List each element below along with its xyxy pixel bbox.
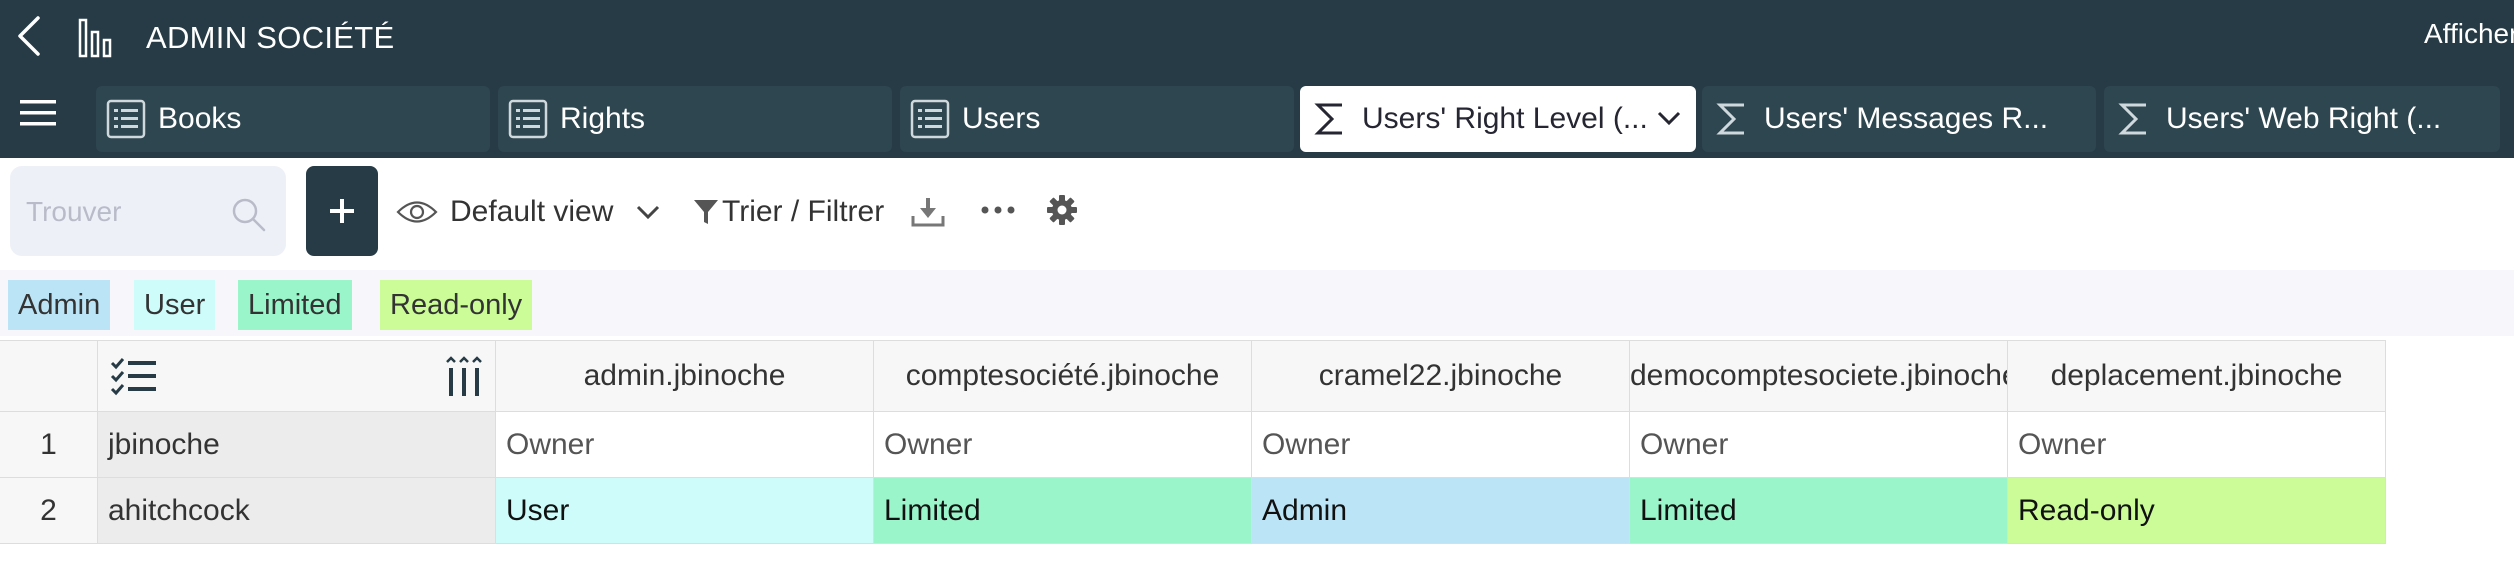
sort-filter-button[interactable]: Trier / Filtrer bbox=[692, 190, 884, 234]
gear-icon[interactable] bbox=[1046, 194, 1078, 226]
checklist-icon[interactable] bbox=[110, 356, 158, 396]
column-header[interactable]: cramel22.jbinoche bbox=[1252, 340, 1630, 412]
choice-chip-admin: Admin bbox=[8, 280, 111, 330]
search-icon[interactable] bbox=[230, 196, 268, 234]
table-cell[interactable]: Limited bbox=[874, 478, 1252, 544]
cell-value: Admin bbox=[1262, 493, 1348, 527]
back-arrow-icon[interactable] bbox=[14, 14, 44, 58]
tab-users-right-level[interactable]: Users' Right Level (... bbox=[1300, 86, 1696, 152]
cell-value: Owner bbox=[1640, 427, 1729, 461]
cell-value: jbinoche bbox=[108, 427, 220, 461]
column-header-label: deplacement.jbinoche bbox=[2050, 359, 2343, 392]
tab-label: Users bbox=[962, 102, 1041, 135]
table-cell[interactable]: jbinoche bbox=[98, 412, 496, 478]
cell-value: Limited bbox=[1640, 493, 1737, 527]
sigma-icon bbox=[1314, 103, 1342, 135]
eye-icon bbox=[396, 201, 438, 223]
row-number[interactable]: 2 bbox=[0, 478, 98, 544]
cell-value: ahitchcock bbox=[108, 493, 250, 527]
chevron-down-icon[interactable] bbox=[1656, 108, 1682, 128]
table-cell[interactable]: Owner bbox=[496, 412, 874, 478]
filter-icon bbox=[694, 200, 718, 224]
cell-value: Owner bbox=[506, 427, 595, 461]
cell-value: Owner bbox=[1262, 427, 1351, 461]
choice-chip-user: User bbox=[134, 280, 216, 330]
list-icon bbox=[910, 99, 950, 139]
app-header: ADMIN SOCIÉTÉ Afficher bbox=[0, 0, 2514, 72]
table-cell[interactable]: Owner bbox=[1630, 412, 2008, 478]
choice-chip-read-only: Read-only bbox=[380, 280, 533, 330]
row-number-label: 2 bbox=[40, 493, 57, 527]
cell-value: Read-only bbox=[2018, 493, 2155, 527]
bar-chart-icon[interactable] bbox=[78, 18, 114, 58]
tab-label: Users' Web Right (... bbox=[2166, 102, 2442, 135]
table-cell[interactable]: Admin bbox=[1252, 478, 1630, 544]
table-cell[interactable]: Owner bbox=[2008, 412, 2386, 478]
choice-label: Admin bbox=[18, 288, 101, 321]
table-cell[interactable]: User bbox=[496, 478, 874, 544]
list-icon bbox=[508, 99, 548, 139]
cell-value: Owner bbox=[884, 427, 973, 461]
tab-users-web-right[interactable]: Users' Web Right (... bbox=[2104, 86, 2500, 152]
tab-books[interactable]: Books bbox=[96, 86, 490, 152]
tab-label: Rights bbox=[560, 102, 646, 135]
data-grid: admin.jbinoche comptesociété.jbinoche cr… bbox=[0, 340, 2386, 546]
choice-label: User bbox=[144, 288, 206, 321]
table-cell[interactable]: Limited bbox=[1630, 478, 2008, 544]
tab-users-messages[interactable]: Users' Messages R... bbox=[1702, 86, 2096, 152]
download-icon[interactable] bbox=[910, 196, 946, 228]
page-tabs-bar: Books Rights Users Users' Right Level (.… bbox=[0, 72, 2514, 158]
choice-legend-bar: Admin User Limited Read-only bbox=[0, 270, 2514, 336]
plus-icon bbox=[330, 199, 354, 223]
sigma-icon bbox=[1716, 103, 1744, 135]
tab-users[interactable]: Users bbox=[900, 86, 1294, 152]
cell-value: Limited bbox=[884, 493, 981, 527]
column-header-label: cramel22.jbinoche bbox=[1318, 359, 1563, 392]
display-menu-link[interactable]: Afficher bbox=[2424, 18, 2514, 50]
choice-label: Read-only bbox=[390, 288, 523, 321]
table-cell[interactable]: Owner bbox=[874, 412, 1252, 478]
cell-value: Owner bbox=[2018, 427, 2107, 461]
tab-rights[interactable]: Rights bbox=[498, 86, 892, 152]
column-header-label: democomptesociete.jbinoche bbox=[1630, 359, 2008, 392]
hamburger-menu-icon[interactable] bbox=[20, 98, 56, 128]
column-header[interactable]: comptesociété.jbinoche bbox=[874, 340, 1252, 412]
table-cell[interactable]: Owner bbox=[1252, 412, 1630, 478]
column-header[interactable]: democomptesociete.jbinoche bbox=[1630, 340, 2008, 412]
document-title[interactable]: ADMIN SOCIÉTÉ bbox=[146, 20, 394, 56]
corner-cell[interactable] bbox=[0, 340, 98, 412]
chevron-down-icon bbox=[637, 205, 660, 220]
row-number-label: 1 bbox=[40, 427, 57, 461]
column-header-label: admin.jbinoche bbox=[583, 359, 786, 392]
column-header-label: comptesociété.jbinoche bbox=[905, 359, 1220, 392]
sort-filter-label: Trier / Filtrer bbox=[722, 195, 885, 228]
tab-label: Users' Messages R... bbox=[1764, 102, 2049, 135]
column-header[interactable]: admin.jbinoche bbox=[496, 340, 874, 412]
choice-label: Limited bbox=[248, 288, 342, 321]
choice-chip-limited: Limited bbox=[238, 280, 352, 330]
search-placeholder: Trouver bbox=[26, 196, 122, 227]
list-icon bbox=[106, 99, 146, 139]
more-options-icon[interactable] bbox=[980, 204, 1016, 216]
table-cell[interactable]: Read-only bbox=[2008, 478, 2386, 544]
sigma-icon bbox=[2118, 103, 2146, 135]
tab-label: Users' Right Level (... bbox=[1362, 102, 1648, 135]
view-label: Default view bbox=[450, 195, 614, 228]
column-settings-icon[interactable] bbox=[445, 354, 483, 398]
table-cell[interactable]: ahitchcock bbox=[98, 478, 496, 544]
tab-label: Books bbox=[158, 102, 242, 135]
add-record-button[interactable] bbox=[306, 166, 378, 256]
name-column-header[interactable] bbox=[98, 340, 496, 412]
column-header[interactable]: deplacement.jbinoche bbox=[2008, 340, 2386, 412]
cell-value: User bbox=[506, 493, 570, 527]
row-number[interactable]: 1 bbox=[0, 412, 98, 478]
view-selector[interactable]: Default view bbox=[396, 190, 661, 234]
